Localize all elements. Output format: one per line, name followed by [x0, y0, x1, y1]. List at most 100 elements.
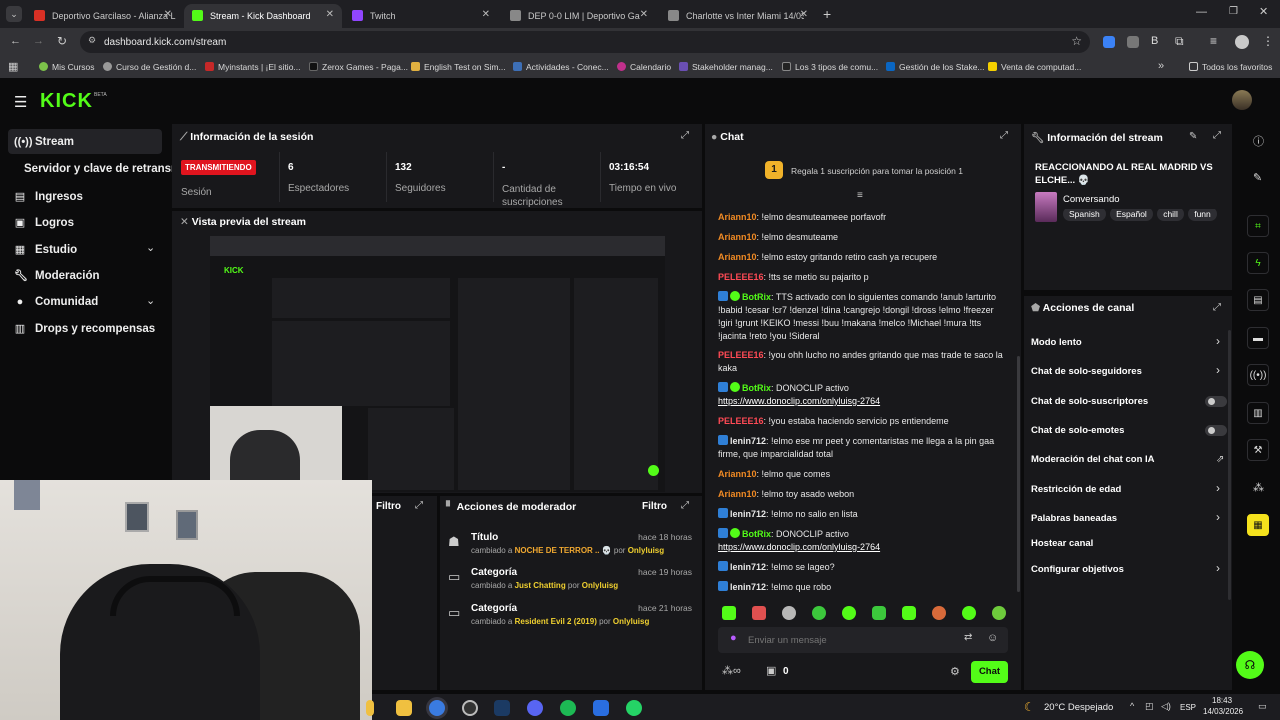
chat-username[interactable]: PELEEE16: [718, 416, 764, 426]
media-control-icon[interactable]: ≡: [1210, 34, 1217, 48]
browser-tab-active[interactable]: Stream - Kick Dashboard ✕: [184, 4, 342, 28]
emote-icon[interactable]: [842, 606, 856, 620]
emote-icon[interactable]: [722, 606, 736, 620]
channel-actions-scrollbar[interactable]: [1228, 330, 1231, 600]
spotify-icon[interactable]: [560, 700, 576, 716]
support-headset-icon[interactable]: ☊: [1236, 651, 1264, 679]
chat-link[interactable]: https://www.donoclip.com/onlyluisg-2764: [718, 396, 880, 406]
expand-icon[interactable]: ⤢: [415, 500, 423, 511]
browser-tab[interactable]: Charlotte vs Inter Miami 14/03/✕: [660, 4, 816, 28]
obs-icon[interactable]: [462, 700, 478, 716]
clapperboard-icon[interactable]: ▦: [1247, 514, 1269, 536]
stream-preview-video[interactable]: KICK: [210, 236, 665, 492]
reload-icon[interactable]: ↻: [57, 34, 67, 48]
browser-tab[interactable]: Twitch ✕: [344, 4, 498, 28]
bookmark[interactable]: Gestión de los Stake...: [886, 62, 985, 72]
filter-button[interactable]: Filtro: [642, 501, 667, 512]
gift-icon[interactable]: ▣: [766, 664, 776, 677]
info-circle-icon[interactable]: ⓘ: [1253, 133, 1264, 149]
extension-icon[interactable]: B: [1151, 35, 1158, 47]
chat-username[interactable]: Ariann10: [718, 232, 757, 242]
profile-avatar[interactable]: [1235, 35, 1249, 49]
user-avatar[interactable]: [1232, 90, 1252, 110]
mic-icon[interactable]: ●: [730, 632, 737, 644]
sidebar-item-moderacion[interactable]: 🔧︎ Moderación: [14, 269, 100, 283]
gift-leaderboard-banner[interactable]: 1 Regala 1 suscripción para tomar la pos…: [711, 154, 1015, 188]
bookmark[interactable]: Curso de Gestión d...: [103, 62, 196, 72]
steam-icon[interactable]: [494, 700, 510, 716]
chat-bubble-icon[interactable]: ▬: [1247, 327, 1269, 349]
sidebar-item-comunidad[interactable]: ● Comunidad: [14, 296, 99, 308]
chevron-right-icon[interactable]: ›: [1216, 510, 1220, 524]
translate-icon[interactable]: ⇄: [964, 632, 972, 643]
discord-icon[interactable]: [527, 700, 543, 716]
emote-icon[interactable]: [962, 606, 976, 620]
subscribers-only-toggle[interactable]: [1205, 396, 1227, 407]
external-link-icon[interactable]: ⇗: [1216, 454, 1224, 465]
chat-username[interactable]: lenin712: [730, 562, 766, 572]
browser-tab[interactable]: DEP 0-0 LIM | Deportivo Garcila✕: [502, 4, 656, 28]
url-bar[interactable]: ⚙ dashboard.kick.com/stream ☆: [80, 31, 1090, 53]
chevron-down-icon[interactable]: ⌄: [146, 241, 155, 254]
browser-tab[interactable]: Deportivo Garcilaso - Alianza L ✕: [26, 4, 180, 28]
chat-username[interactable]: lenin712: [730, 436, 766, 446]
sidebar-item-estudio[interactable]: ▦ Estudio: [14, 243, 77, 257]
followers-only-item[interactable]: Chat de solo-seguidores: [1031, 366, 1142, 377]
chat-username[interactable]: lenin712: [730, 582, 766, 592]
channel-points-icon[interactable]: ⁂∞: [722, 664, 741, 677]
close-tab-icon[interactable]: ✕: [800, 9, 808, 20]
emote-icon[interactable]: [932, 606, 946, 620]
chat-username[interactable]: Ariann10: [718, 252, 757, 262]
clip-icon[interactable]: ⌗: [1247, 215, 1269, 237]
chat-scrollbar[interactable]: [1017, 356, 1020, 592]
emote-icon[interactable]: [992, 606, 1006, 620]
app-icon[interactable]: [593, 700, 609, 716]
send-chat-button[interactable]: Chat: [971, 661, 1008, 683]
chat-link[interactable]: https://www.donoclip.com/onlyluisg-2764: [718, 542, 880, 552]
chat-username[interactable]: BotRix: [742, 529, 771, 539]
ai-moderation-item[interactable]: Moderación del chat con IA: [1031, 454, 1155, 465]
close-tab-icon[interactable]: ✕: [164, 9, 172, 20]
chrome-icon[interactable]: [429, 700, 445, 716]
document-icon[interactable]: ▤: [1247, 289, 1269, 311]
tag-pill[interactable]: chill: [1157, 209, 1184, 221]
more-bookmarks-icon[interactable]: »: [1158, 60, 1164, 72]
sidebar-item-drops[interactable]: ▥ Drops y recompensas: [14, 322, 155, 336]
emote-icon[interactable]: [812, 606, 826, 620]
back-icon[interactable]: ←: [10, 35, 21, 47]
emote-icon[interactable]: [872, 606, 886, 620]
chat-username[interactable]: lenin712: [730, 509, 766, 519]
network-icon[interactable]: ◰: [1145, 701, 1154, 712]
apps-grid-icon[interactable]: ▦: [8, 60, 18, 73]
extension-icon[interactable]: [1103, 36, 1115, 48]
chevron-down-icon[interactable]: ⌄: [146, 294, 155, 307]
filter-button-left[interactable]: Filtro: [376, 501, 401, 512]
chat-message-input[interactable]: [748, 630, 948, 650]
expand-icon[interactable]: ⤢: [1000, 130, 1008, 141]
taskbar-time[interactable]: 18:43: [1212, 696, 1232, 705]
chat-username[interactable]: BotRix: [742, 383, 771, 393]
notification-icon[interactable]: ▭: [1258, 701, 1267, 712]
emote-icon[interactable]: [782, 606, 796, 620]
volume-icon[interactable]: ◁): [1161, 701, 1171, 712]
expand-icon[interactable]: ⤢: [681, 130, 689, 141]
language-indicator[interactable]: ESP: [1180, 703, 1196, 712]
expand-icon[interactable]: ⤢: [1213, 130, 1221, 141]
bookmark[interactable]: Venta de computad...: [988, 62, 1081, 72]
extensions-puzzle-icon[interactable]: ⧉: [1175, 34, 1184, 49]
weather-text[interactable]: 20°C Despejado: [1044, 702, 1113, 713]
emote-icon[interactable]: [902, 606, 916, 620]
chevron-right-icon[interactable]: ›: [1216, 481, 1220, 495]
chevron-right-icon[interactable]: ›: [1216, 363, 1220, 377]
tray-chevron-icon[interactable]: ^: [1130, 701, 1134, 711]
banned-words-item[interactable]: Palabras baneadas: [1031, 513, 1117, 524]
emoji-icon[interactable]: ☺: [987, 632, 998, 644]
broadcast-icon[interactable]: ((•)): [1247, 364, 1269, 386]
chat-settings-gear-icon[interactable]: ⚙: [950, 665, 960, 678]
sidebar-item-server-key[interactable]: Servidor y clave de retransmisión: [24, 163, 172, 175]
sidebar-item-stream[interactable]: ((•)) Stream: [14, 136, 74, 148]
lightning-icon[interactable]: ϟ: [1247, 252, 1269, 274]
chat-username[interactable]: Ariann10: [718, 469, 757, 479]
hamburger-menu-icon[interactable]: ☰: [14, 93, 27, 111]
forward-icon[interactable]: →: [33, 35, 44, 47]
